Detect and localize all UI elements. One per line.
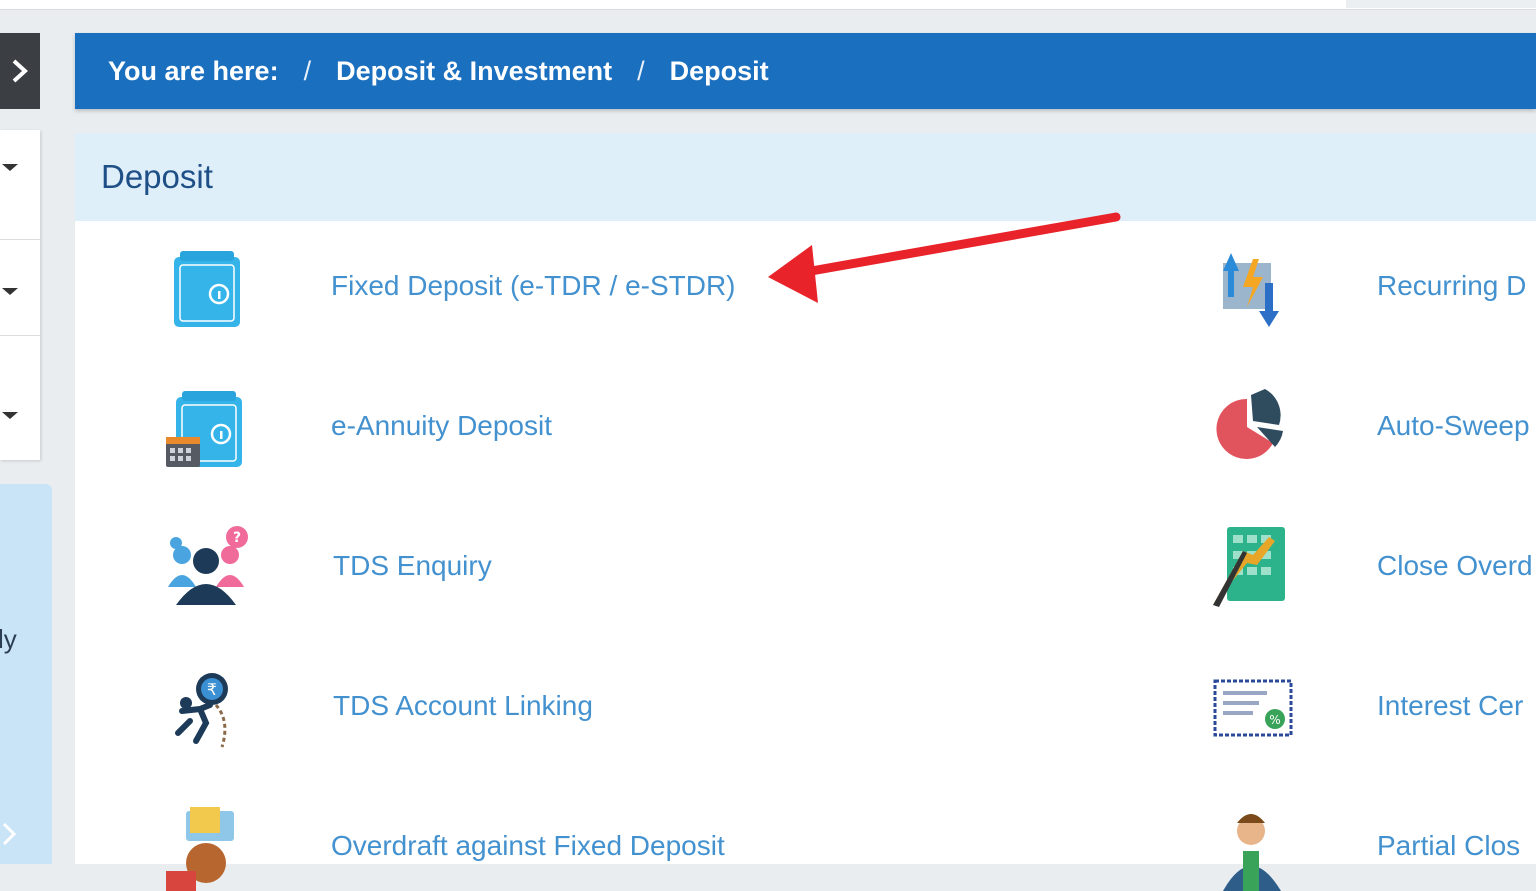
caret-down-icon (2, 412, 18, 419)
safe-icon (174, 251, 240, 327)
breadcrumb-item-deposit-investment[interactable]: Deposit & Investment (336, 56, 612, 87)
close-overdraft-link[interactable]: Close Overd (1203, 521, 1536, 611)
person-icon (1223, 814, 1281, 891)
certificate-icon: % (1213, 679, 1293, 737)
top-bar-right (1346, 0, 1536, 8)
chain-rupee-icon: ₹ (175, 673, 228, 748)
sidebar-toggle-button[interactable] (0, 33, 40, 109)
interest-certificate-link[interactable]: % Interest Cer (1203, 661, 1536, 751)
svg-text:₹: ₹ (207, 680, 217, 699)
e-annuity-deposit-link[interactable]: e-Annuity Deposit (160, 381, 680, 471)
caret-down-icon (2, 164, 18, 171)
tds-enquiry-label: TDS Enquiry (333, 550, 492, 581)
svg-text:?: ? (233, 530, 241, 546)
sidebar-expand-icon[interactable] (0, 818, 20, 855)
sidebar-partial-text: ly (0, 624, 17, 654)
partial-closure-label: Partial Clos (1377, 830, 1521, 861)
overdraft-fixed-deposit-label: Overdraft against Fixed Deposit (331, 830, 725, 861)
close-overdraft-label: Close Overd (1377, 550, 1533, 581)
e-annuity-deposit-label: e-Annuity Deposit (331, 410, 553, 441)
browser-top-bar (0, 0, 1536, 10)
overdraft-fixed-deposit-link[interactable]: Overdraft against Fixed Deposit (160, 801, 860, 891)
interest-certificate-label: Interest Cer (1377, 690, 1524, 721)
partial-closure-link[interactable]: Partial Clos (1203, 801, 1536, 891)
tds-account-linking-label: TDS Account Linking (333, 690, 593, 721)
safe-calendar-icon (166, 391, 242, 467)
money-hand-icon (166, 807, 234, 891)
tds-account-linking-link[interactable]: ₹ TDS Account Linking (160, 661, 720, 751)
pie-chart-icon (1216, 389, 1283, 459)
caret-down-icon (2, 288, 18, 295)
recurring-deposit-link[interactable]: Recurring D (1203, 241, 1536, 331)
breadcrumb-item-deposit[interactable]: Deposit (670, 56, 769, 87)
arrows-lightning-icon (1223, 253, 1279, 327)
chevron-right-icon (12, 59, 28, 83)
svg-text:%: % (1269, 713, 1280, 727)
recurring-deposit-label: Recurring D (1377, 270, 1527, 301)
tds-enquiry-link[interactable]: ? TDS Enquiry (160, 521, 620, 611)
people-question-icon: ? (168, 526, 248, 605)
breadcrumb-separator: / (637, 55, 645, 86)
ledger-close-icon (1213, 527, 1285, 607)
breadcrumb-separator: / (303, 55, 312, 86)
annotation-arrow (768, 212, 1121, 303)
fixed-deposit-label: Fixed Deposit (e-TDR / e-STDR) (331, 270, 736, 301)
sidebar-item-3[interactable] (0, 336, 40, 460)
sidebar-menu (0, 130, 40, 460)
sidebar-item-2[interactable] (0, 212, 40, 336)
auto-sweep-link[interactable]: Auto-Sweep (1203, 381, 1536, 471)
auto-sweep-label: Auto-Sweep (1377, 410, 1530, 441)
breadcrumb-prefix: You are here: (108, 55, 279, 86)
sidebar-panel (0, 484, 52, 864)
breadcrumb: You are here: / Deposit & Investment / D… (75, 33, 1536, 109)
